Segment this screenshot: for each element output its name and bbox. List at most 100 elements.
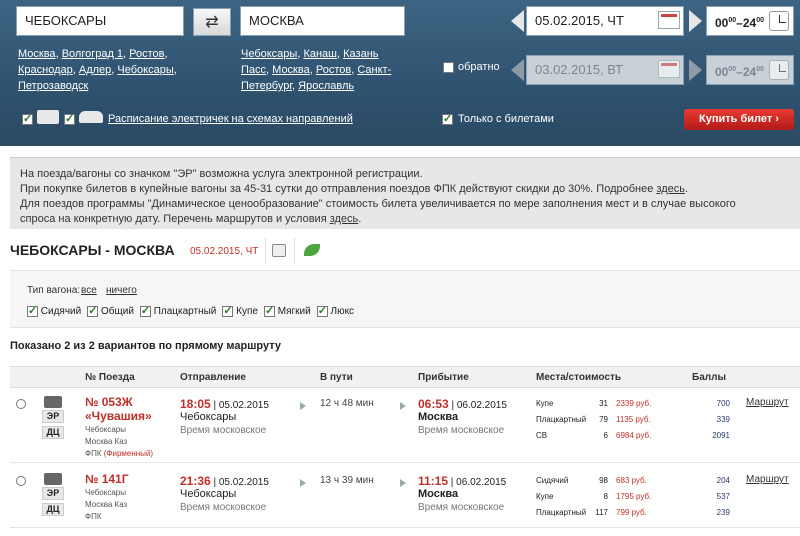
select-train-radio[interactable]	[16, 399, 26, 409]
suburban-train-icon	[79, 111, 103, 123]
arrow-icon	[400, 402, 406, 410]
prev-date-arrow[interactable]	[511, 10, 524, 32]
duration: 13 ч 39 мин	[320, 475, 374, 486]
route-date: 05.02.2015, ЧТ	[190, 246, 259, 257]
time-from: 00	[715, 16, 729, 30]
time-sup: 00	[756, 66, 764, 73]
calendar-icon[interactable]	[658, 11, 680, 29]
train-carrier: ФПК (Фирменный)	[85, 449, 154, 458]
select-train-radio[interactable]	[16, 476, 26, 486]
info-text: .	[684, 183, 689, 195]
info-line: При покупке билетов в купейные вагоны за…	[20, 182, 790, 197]
from-link[interactable]: Чебоксары	[117, 64, 173, 76]
time-separator: –	[736, 65, 743, 79]
seat-row[interactable]: СВ 6 6984 руб. 2091	[536, 431, 736, 447]
time-sup: 00	[728, 66, 737, 73]
swap-stations-button[interactable]: ⇄	[193, 8, 231, 36]
return-checkbox[interactable]	[443, 62, 454, 73]
duration: 12 ч 48 мин	[320, 398, 374, 409]
train-carrier: ФПК	[85, 512, 102, 521]
er-badge: ЭР	[42, 487, 64, 500]
table-row[interactable]: ЭР ДЦ № 053Ж «Чувашия» Чебоксары Москва …	[10, 389, 800, 463]
to-link[interactable]: Ростов	[316, 64, 351, 76]
departure: 21:36 | 05.02.2015	[180, 474, 269, 488]
from-link[interactable]: Петрозаводск	[18, 80, 88, 92]
print-icon[interactable]	[272, 244, 286, 257]
routes-list-link[interactable]: здесь	[330, 213, 359, 225]
results-count: Показано 2 из 2 вариантов по прямому мар…	[10, 340, 282, 352]
col-points: Баллы	[692, 372, 726, 383]
train-icon	[44, 396, 62, 408]
clock-icon	[769, 60, 789, 80]
train-icon	[37, 110, 59, 124]
seat-row[interactable]: Купе 31 2339 руб. 700	[536, 399, 736, 415]
filter-label: Тип вагона:	[27, 285, 81, 296]
filter-option[interactable]: Плацкартный	[139, 304, 216, 317]
train-icon	[44, 473, 62, 485]
time-sup: 00	[756, 17, 764, 24]
search-panel: ЧЕБОКСАРЫ ⇄ МОСКВА Москва, Волгоград 1, …	[0, 0, 800, 146]
filter-option[interactable]: Купе	[222, 304, 258, 317]
from-station-input[interactable]: ЧЕБОКСАРЫ	[16, 6, 184, 36]
from-quick-links: Москва, Волгоград 1, Ростов, Краснодар, …	[18, 48, 177, 92]
from-link[interactable]: Адлер	[79, 64, 111, 76]
filter-all-link[interactable]: все	[81, 285, 97, 296]
results-table-header: № Поезда Отправление В пути Прибытие Мес…	[10, 366, 800, 388]
from-link[interactable]: Ростов	[129, 48, 164, 60]
filter-option[interactable]: Сидячий	[27, 304, 81, 317]
col-train: № Поезда	[85, 372, 135, 383]
filter-option[interactable]: Люкс	[316, 304, 354, 317]
to-link[interactable]: Чебоксары	[241, 48, 297, 60]
divider	[294, 238, 295, 264]
filter-option[interactable]: Общий	[87, 304, 134, 317]
arrival-tz: Время московское	[418, 502, 505, 513]
time-to: 24	[742, 16, 757, 30]
table-row[interactable]: ЭР ДЦ № 141Г Чебоксары Москва Каз ФПК 21…	[10, 466, 800, 528]
info-text: При покупке билетов в купейные вагоны за…	[20, 183, 657, 195]
discount-details-link[interactable]: здесь	[656, 183, 685, 195]
to-link[interactable]: Москва	[272, 64, 310, 76]
filter-option[interactable]: Мягкий	[263, 304, 311, 317]
eco-leaf-icon[interactable]	[304, 244, 320, 256]
dc-badge: ДЦ	[42, 503, 64, 516]
from-link[interactable]: Краснодар	[18, 64, 73, 76]
to-link[interactable]: Канаш	[303, 48, 337, 60]
arrival-city: Москва	[418, 488, 459, 500]
calendar-icon	[658, 60, 680, 78]
route-link[interactable]: Маршрут	[746, 474, 789, 485]
info-text: .	[358, 213, 362, 225]
arrow-icon	[400, 479, 406, 487]
buy-ticket-button[interactable]: Купить билет ›	[684, 109, 794, 130]
seat-row[interactable]: Сидячий 98 683 руб. 204	[536, 476, 736, 492]
filter-none-link[interactable]: ничего	[106, 285, 137, 296]
from-link[interactable]: Волгоград 1	[62, 48, 123, 60]
info-line: На поезда/вагоны со значком "ЭР" возможн…	[20, 168, 423, 180]
next-date-arrow[interactable]	[689, 10, 702, 32]
departure-tz: Время московское	[180, 502, 267, 513]
time-from: 00	[715, 65, 729, 79]
info-box: На поезда/вагоны со значком "ЭР" возможн…	[10, 157, 800, 229]
seat-row[interactable]: Плацкартный 79 1135 руб. 339	[536, 415, 736, 431]
train-number[interactable]: № 053Ж	[85, 395, 133, 409]
seat-row[interactable]: Плацкартный 117 799 руб. 239	[536, 508, 736, 524]
col-seats: Места/стоимость	[536, 372, 621, 383]
arrow-icon	[300, 402, 306, 410]
route-link[interactable]: Маршрут	[746, 397, 789, 408]
swap-icon: ⇄	[205, 14, 219, 31]
to-station-input[interactable]: МОСКВА	[240, 6, 405, 36]
only-tickets-checkbox[interactable]	[442, 112, 453, 125]
suburban-checkbox[interactable]	[64, 112, 75, 125]
info-text: спроса на конкретную дату. Перечень марш…	[20, 213, 330, 225]
from-link[interactable]: Москва	[18, 48, 56, 60]
departure: 18:05 | 05.02.2015	[180, 397, 269, 411]
clock-icon[interactable]	[769, 11, 789, 31]
to-link[interactable]: Ярославль	[298, 80, 354, 92]
train-number[interactable]: № 141Г	[85, 472, 129, 486]
seats-list: Сидячий 98 683 руб. 204 Купе 8 1795 руб.…	[536, 476, 736, 524]
seat-row[interactable]: Купе 8 1795 руб. 537	[536, 492, 736, 508]
info-line: спроса на конкретную дату. Перечень марш…	[20, 212, 790, 227]
arrival-city: Москва	[418, 411, 459, 423]
long-distance-checkbox[interactable]	[22, 112, 33, 125]
next-return-date-arrow	[689, 59, 702, 81]
schedule-link[interactable]: Расписание электричек на схемах направле…	[108, 113, 353, 125]
